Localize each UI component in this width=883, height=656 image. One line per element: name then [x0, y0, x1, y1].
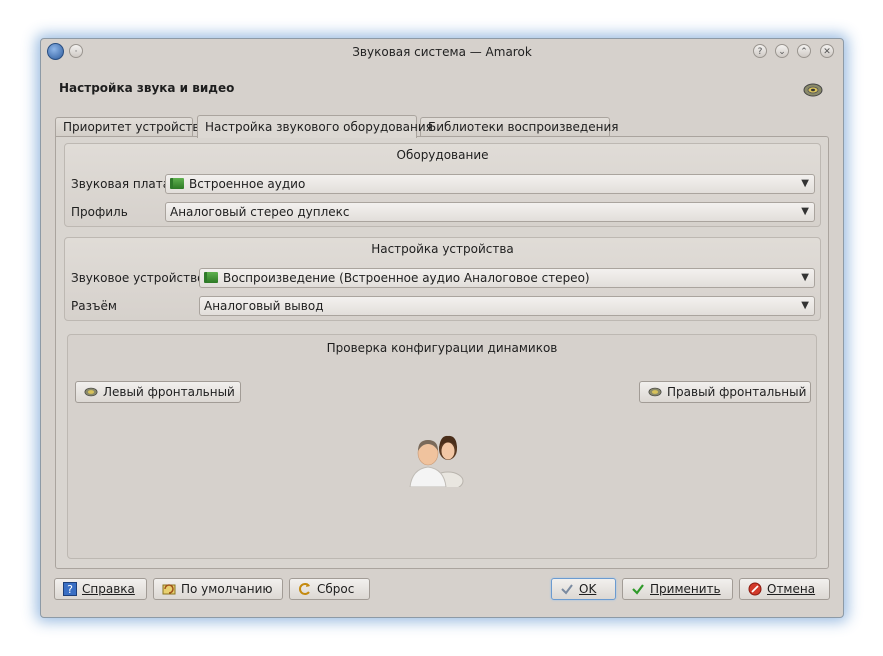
right-front-speaker-button[interactable]: Правый фронтальный: [639, 381, 811, 403]
left-front-speaker-button[interactable]: Левый фронтальный: [75, 381, 241, 403]
tab-panel: Оборудование Звуковая плата Встроенное а…: [55, 136, 829, 569]
hardware-group-title: Оборудование: [396, 148, 489, 162]
reset-label: Сброс: [317, 582, 355, 596]
left-front-label: Левый фронтальный: [103, 385, 235, 399]
maximize-button[interactable]: ⌃: [797, 44, 811, 58]
titlebar: · Звуковая система — Amarok ? ⌄ ⌃ ✕: [41, 39, 843, 65]
device-select[interactable]: Воспроизведение (Встроенное аудио Аналог…: [199, 268, 815, 288]
connector-value: Аналоговый вывод: [204, 299, 324, 313]
device-value: Воспроизведение (Встроенное аудио Аналог…: [223, 271, 590, 285]
sound-card-icon: [204, 272, 218, 283]
help-button[interactable]: ? Справка: [54, 578, 147, 600]
sound-card-label: Звуковая плата: [71, 177, 171, 191]
device-label: Звуковое устройство: [71, 271, 205, 285]
cancel-icon: [748, 582, 762, 596]
right-front-label: Правый фронтальный: [667, 385, 807, 399]
speaker-test-area: Проверка конфигурации динамиков Левый фр…: [67, 334, 817, 559]
speaker-icon: [84, 387, 98, 397]
check-icon: [561, 584, 573, 595]
check-icon: [632, 584, 644, 595]
speaker-icon: [648, 387, 662, 397]
ok-button[interactable]: OK: [551, 578, 616, 600]
svg-text:?: ?: [67, 583, 73, 596]
connector-select[interactable]: Аналоговый вывод ▼: [199, 296, 815, 316]
tab-backends[interactable]: Библиотеки воспроизведения: [420, 117, 618, 137]
chevron-down-icon: ▼: [801, 300, 809, 311]
dialog-window: · Звуковая система — Amarok ? ⌄ ⌃ ✕ Наст…: [40, 38, 844, 618]
cancel-button[interactable]: Отмена: [739, 578, 830, 600]
reset-button[interactable]: Сброс: [289, 578, 370, 600]
defaults-icon: [162, 584, 176, 595]
defaults-button[interactable]: По умолчанию: [153, 578, 283, 600]
hardware-group: Оборудование Звуковая плата Встроенное а…: [64, 143, 821, 227]
reset-icon: [299, 583, 310, 595]
tab-device-priority[interactable]: Приоритет устройств: [55, 117, 199, 137]
profile-label: Профиль: [71, 205, 128, 219]
window-title: Звуковая система — Amarok: [352, 45, 532, 59]
help-title-button[interactable]: ?: [753, 44, 767, 58]
device-group: Настройка устройства Звуковое устройство…: [64, 237, 821, 321]
connector-label: Разъём: [71, 299, 117, 313]
help-label: Справка: [82, 582, 135, 596]
chevron-down-icon: ▼: [801, 272, 809, 283]
sound-card-icon: [170, 178, 184, 189]
chevron-down-icon: ▼: [801, 178, 809, 189]
ok-label: OK: [579, 582, 597, 596]
speaker-icon: [803, 83, 823, 97]
chevron-down-icon: ▼: [801, 206, 809, 217]
minimize-button[interactable]: ⌄: [775, 44, 789, 58]
apply-button[interactable]: Применить: [622, 578, 733, 600]
cancel-label: Отмена: [767, 582, 816, 596]
apply-label: Применить: [650, 582, 721, 596]
speaker-test-title: Проверка конфигурации динамиков: [326, 341, 558, 355]
page-title: Настройка звука и видео: [59, 81, 235, 95]
device-group-title: Настройка устройства: [371, 242, 514, 256]
help-icon: ?: [63, 582, 77, 596]
profile-select[interactable]: Аналоговый стерео дуплекс ▼: [165, 202, 815, 222]
close-button[interactable]: ✕: [820, 44, 834, 58]
listener-icon: [409, 435, 464, 487]
sound-card-value: Встроенное аудио: [189, 177, 306, 191]
defaults-label: По умолчанию: [181, 582, 273, 596]
profile-value: Аналоговый стерео дуплекс: [170, 205, 350, 219]
tab-audio-hardware[interactable]: Настройка звукового оборудования: [197, 115, 433, 138]
sound-card-select[interactable]: Встроенное аудио ▼: [165, 174, 815, 194]
